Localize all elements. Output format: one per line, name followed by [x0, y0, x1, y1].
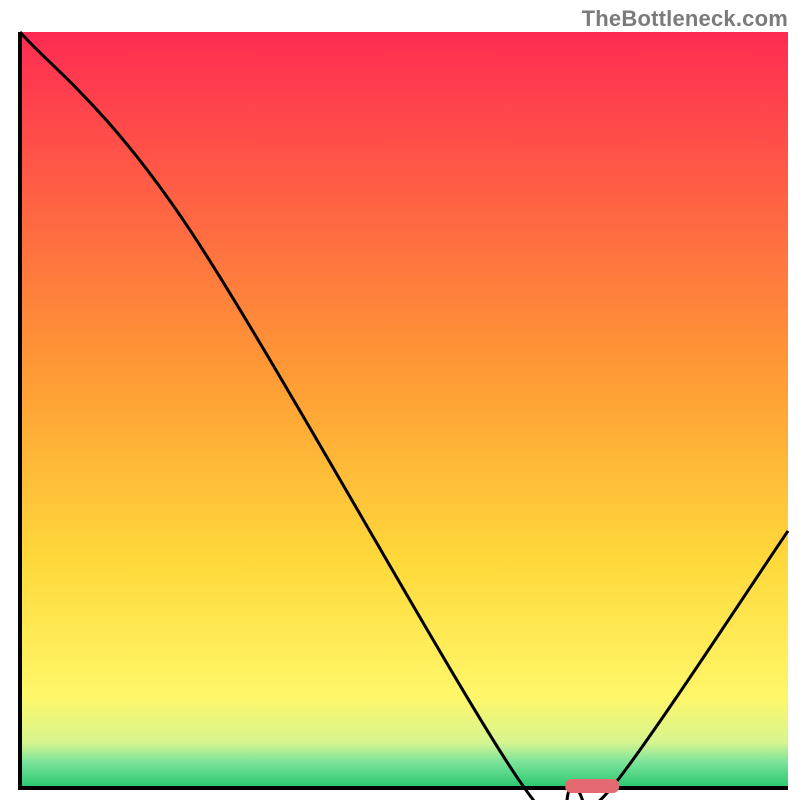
plot-background	[20, 32, 788, 788]
bottleneck-chart	[0, 0, 800, 800]
optimal-marker	[565, 779, 619, 793]
